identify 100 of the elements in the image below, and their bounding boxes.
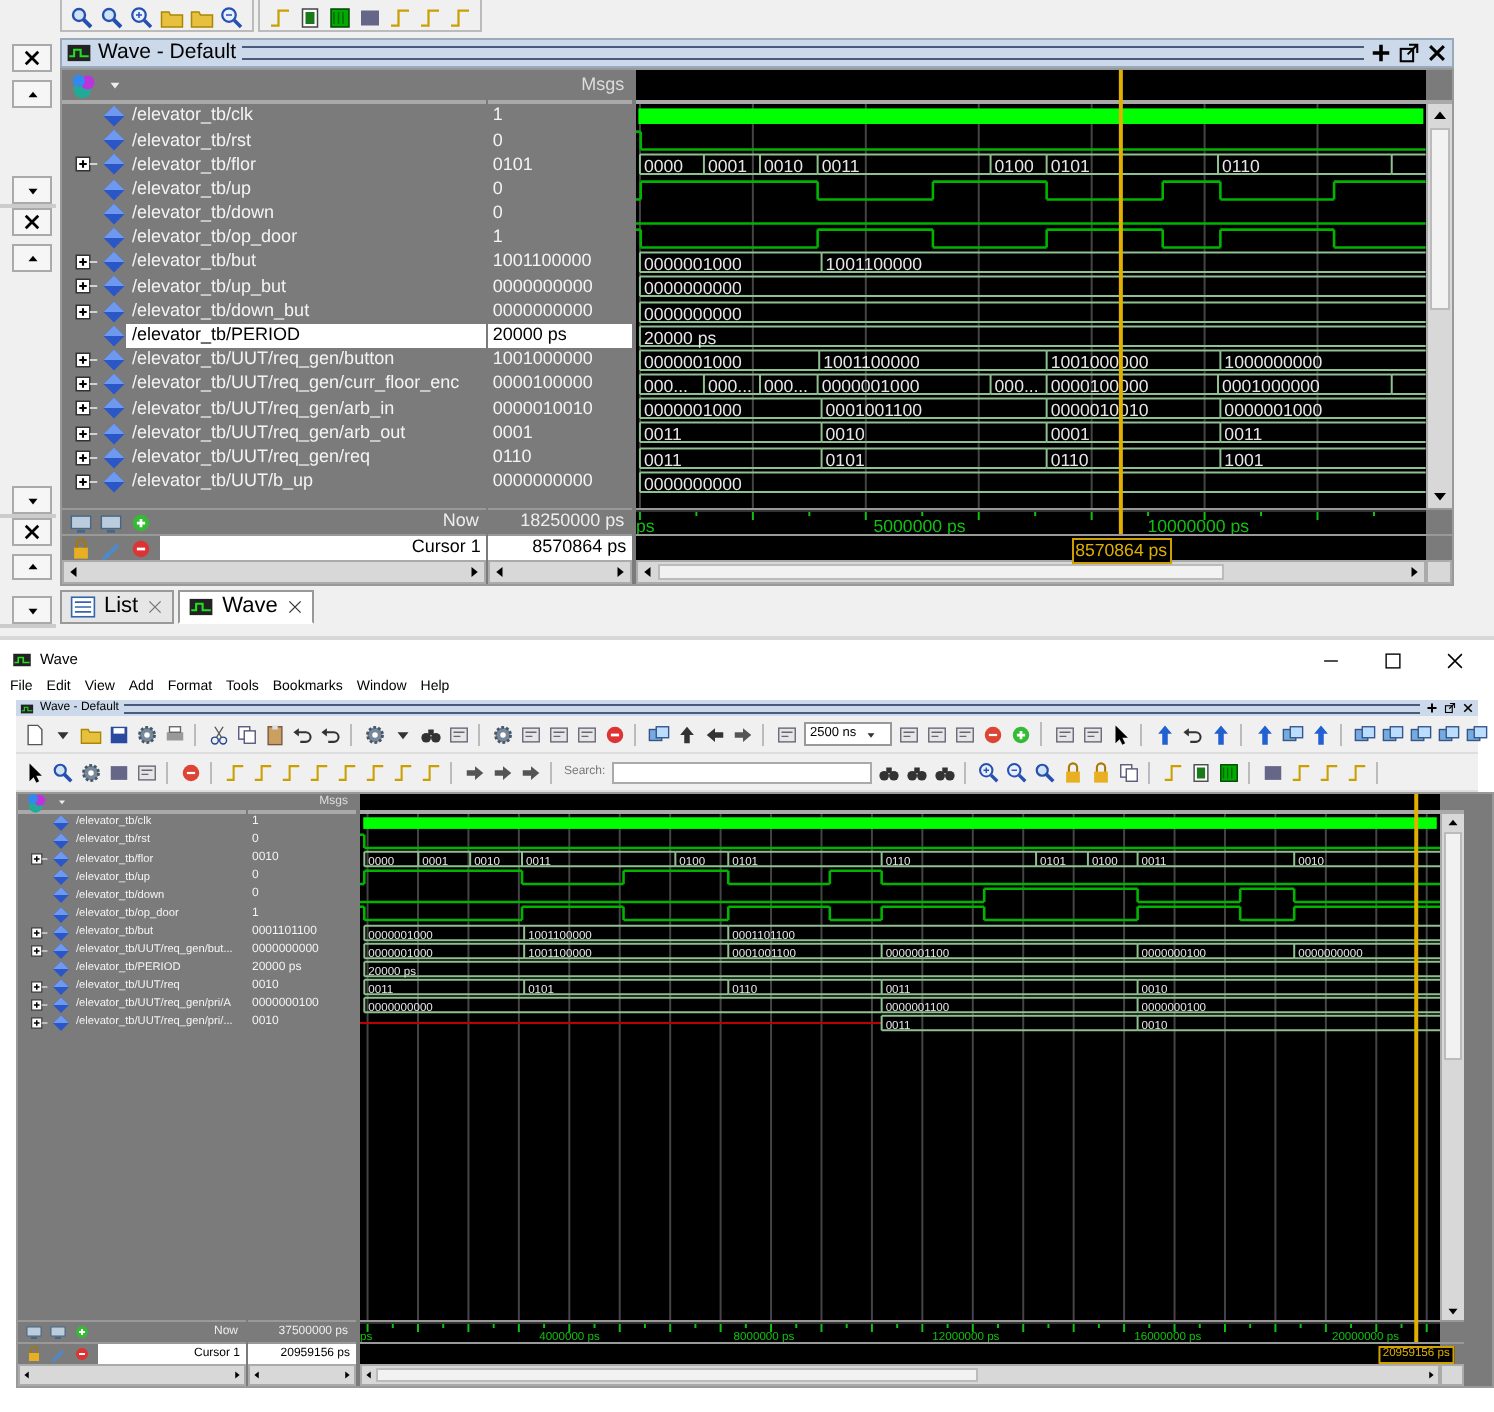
box-icon[interactable] (136, 761, 158, 783)
add-icon[interactable] (1426, 702, 1438, 714)
scroll-right-icon[interactable] (340, 1368, 354, 1382)
signal-name[interactable]: /elevator_tb/UUT/req_gen/arb_in (126, 396, 487, 421)
undo-icon[interactable] (320, 723, 342, 745)
box-icon[interactable] (520, 723, 542, 745)
maximize-button[interactable] (1382, 649, 1404, 671)
windows-icon[interactable] (648, 723, 670, 745)
box-icon[interactable] (898, 723, 920, 745)
waveform-icon[interactable] (1217, 761, 1240, 783)
monitor-icon[interactable] (70, 511, 92, 533)
box-icon[interactable] (576, 723, 598, 745)
search-field[interactable] (611, 761, 872, 783)
gear-icon[interactable] (80, 761, 102, 783)
expand-icon[interactable] (74, 372, 98, 397)
folder-icon[interactable] (160, 6, 184, 30)
pointer-icon[interactable] (1110, 723, 1132, 745)
signal-name[interactable]: /elevator_tb/op_door (126, 225, 487, 251)
expand-icon[interactable] (74, 299, 98, 324)
stop-icon[interactable] (982, 723, 1004, 745)
copy-icon[interactable] (1117, 761, 1140, 783)
bar-icon[interactable] (108, 761, 130, 783)
horizontal-scrollbar[interactable] (488, 560, 633, 584)
close-button[interactable] (1444, 649, 1466, 671)
expand-icon[interactable] (30, 850, 48, 869)
zoom-out-icon[interactable] (220, 6, 244, 30)
signal-name[interactable]: /elevator_tb/UUT/b_up (126, 469, 487, 494)
bar-icon[interactable] (358, 6, 382, 30)
expand-icon[interactable] (74, 421, 98, 446)
undock-icon[interactable] (1444, 702, 1456, 714)
expand-icon[interactable] (30, 941, 48, 960)
scroll-down-button[interactable] (12, 176, 52, 204)
close-icon[interactable] (1462, 702, 1474, 714)
signal-name[interactable]: /elevator_tb/clk (126, 104, 487, 129)
arrow-right-icon[interactable] (492, 761, 514, 783)
square-icon[interactable] (298, 6, 322, 30)
horizontal-scrollbar[interactable] (636, 560, 1426, 584)
copy-icon[interactable] (236, 723, 258, 745)
box-icon[interactable] (1082, 723, 1104, 745)
signal-name[interactable]: /elevator_tb/UUT/req_gen/req (126, 445, 487, 470)
expand-icon[interactable] (74, 274, 98, 299)
pane-close-button[interactable] (1426, 42, 1448, 64)
box-icon[interactable] (776, 723, 798, 745)
scroll-left-icon[interactable] (250, 1368, 264, 1382)
expand-icon[interactable] (30, 977, 48, 996)
signal-name[interactable]: /elevator_tb/rst (126, 128, 487, 153)
zoom-in-icon[interactable] (977, 761, 1000, 783)
scroll-right-icon[interactable] (230, 1368, 244, 1382)
signal-name[interactable]: /elevator_tb/UUT/req_gen/curr_floor_enc (126, 372, 487, 397)
close-icon[interactable] (285, 598, 304, 616)
expand-icon[interactable] (74, 469, 98, 494)
expand-icon[interactable] (30, 1014, 48, 1033)
windows-icon[interactable] (1354, 723, 1376, 745)
title-bar-grip[interactable] (242, 46, 1364, 60)
expand-icon[interactable] (74, 347, 98, 372)
gear-icon[interactable] (136, 723, 158, 745)
arrow-left-icon[interactable] (704, 723, 726, 745)
arrow-up-icon[interactable] (1310, 723, 1332, 745)
arrow-right-icon[interactable] (464, 761, 486, 783)
horizontal-scrollbar[interactable] (62, 560, 487, 584)
remove-icon[interactable] (74, 1346, 90, 1362)
arrow-right-icon[interactable] (732, 723, 754, 745)
windows-icon[interactable] (1438, 723, 1460, 745)
waveform-icon[interactable] (328, 6, 352, 30)
square-icon[interactable] (1189, 761, 1212, 783)
save-icon[interactable] (108, 723, 130, 745)
pointer-icon[interactable] (24, 761, 46, 783)
folder-icon[interactable] (190, 6, 214, 30)
undo-icon[interactable] (1182, 723, 1204, 745)
clipboard-icon[interactable] (264, 723, 286, 745)
remove-icon[interactable] (604, 723, 626, 745)
windows-icon[interactable] (1382, 723, 1404, 745)
arrow-up-icon[interactable] (1210, 723, 1232, 745)
monitor-icon[interactable] (50, 1324, 66, 1340)
scroll-down-button[interactable] (12, 486, 52, 514)
tab[interactable]: Wave (178, 590, 314, 624)
pane-add-button[interactable] (1370, 42, 1392, 64)
zoom-out-icon[interactable] (1005, 761, 1028, 783)
pane-undock-button[interactable] (1398, 42, 1420, 64)
remove-icon[interactable] (130, 537, 152, 559)
scroll-down-button[interactable] (12, 596, 52, 625)
zoom-icon[interactable] (52, 761, 74, 783)
signal-name[interactable]: /elevator_tb/up (126, 177, 487, 202)
gear-icon[interactable] (364, 723, 386, 745)
expand-icon[interactable] (30, 923, 48, 942)
expand-icon[interactable] (30, 995, 48, 1014)
document-icon[interactable] (24, 723, 46, 745)
expand-icon[interactable] (74, 445, 98, 470)
cursor-name-field[interactable]: Cursor 1 (160, 536, 487, 560)
scroll-left-icon[interactable] (362, 1368, 376, 1382)
monitor-icon[interactable] (100, 511, 122, 533)
signal-name[interactable]: /elevator_tb/UUT/req_gen/button (126, 347, 487, 373)
gear-icon[interactable] (492, 723, 514, 745)
scroll-right-icon[interactable] (1424, 1368, 1438, 1382)
horizontal-scrollbar[interactable] (360, 1364, 1440, 1386)
zoom-icon[interactable] (1033, 761, 1056, 783)
signal-name[interactable]: /elevator_tb/PERIOD (126, 323, 487, 348)
signal-name[interactable]: /elevator_tb/up_but (126, 274, 487, 299)
signal-name[interactable]: /elevator_tb/down (126, 201, 487, 226)
bar-icon[interactable] (1261, 761, 1284, 783)
